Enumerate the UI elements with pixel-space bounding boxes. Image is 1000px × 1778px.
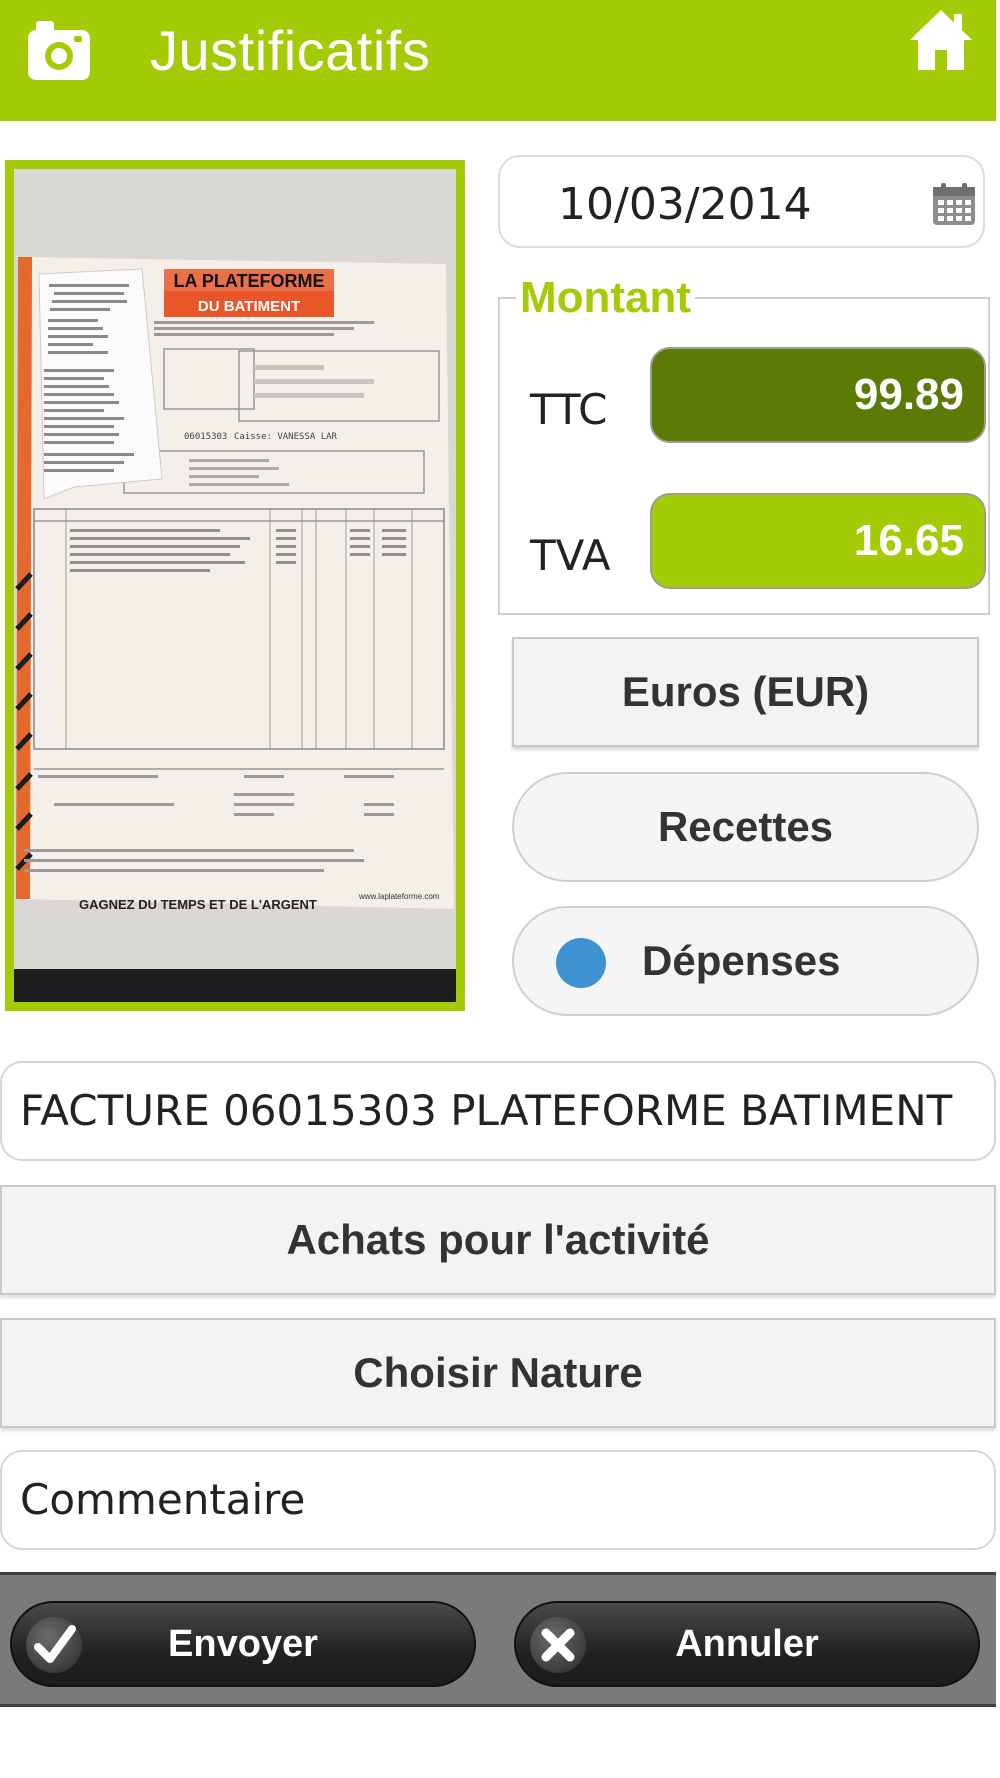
currency-button[interactable]: Euros (EUR) [512, 637, 979, 747]
receipt-photo[interactable]: LA PLATEFORME DU BATIMENT 06015303 Caiss… [5, 160, 465, 1011]
cancel-button[interactable]: Annuler [514, 1601, 980, 1687]
cancel-label: Annuler [675, 1623, 819, 1665]
comment-input[interactable]: Commentaire [0, 1450, 996, 1550]
montant-group: Montant TTC 99.89 TVA 16.65 [498, 273, 990, 615]
tva-label: TVA [530, 531, 611, 580]
depenses-option[interactable]: Dépenses [512, 906, 979, 1016]
receipt-slogan: GAGNEZ DU TEMPS ET DE L'ARGENT [79, 897, 317, 912]
recettes-option[interactable]: Recettes [512, 772, 979, 882]
category-button[interactable]: Achats pour l'activité [0, 1185, 996, 1295]
receipt-cashier: Caisse: VANESSA LAR [234, 432, 338, 442]
receipt-invoice-no: 06015303 [184, 432, 227, 442]
ttc-amount-field[interactable]: 99.89 [650, 347, 986, 443]
date-field[interactable]: 10/03/2014 [498, 155, 985, 248]
send-button[interactable]: Envoyer [10, 1601, 476, 1687]
montant-legend: Montant [516, 273, 696, 323]
receipt-company-top: LA PLATEFORME [174, 271, 325, 291]
send-label: Envoyer [168, 1623, 318, 1665]
calendar-icon[interactable] [931, 181, 977, 227]
receipt-company-bottom: DU BATIMENT [198, 298, 300, 315]
app-header: Justificatifs [0, 0, 996, 121]
radio-selected-icon [556, 938, 606, 988]
date-value: 10/03/2014 [558, 179, 812, 230]
camera-icon[interactable] [26, 18, 92, 82]
tva-amount-field[interactable]: 16.65 [650, 493, 986, 589]
action-bar: Envoyer Annuler [0, 1572, 996, 1707]
page-title: Justificatifs [150, 19, 431, 82]
home-icon[interactable] [908, 6, 974, 74]
receipt-image: LA PLATEFORME DU BATIMENT 06015303 Caiss… [14, 169, 456, 1002]
nature-button[interactable]: Choisir Nature [0, 1318, 996, 1428]
depenses-label: Dépenses [642, 937, 841, 984]
ttc-label: TTC [530, 385, 608, 434]
recettes-label: Recettes [657, 803, 834, 850]
receipt-illustration: LA PLATEFORME DU BATIMENT 06015303 Caiss… [14, 169, 456, 1002]
description-input[interactable]: FACTURE 06015303 PLATEFORME BATIMENT [0, 1061, 996, 1161]
receipt-url: www.laplateforme.com [358, 892, 440, 901]
